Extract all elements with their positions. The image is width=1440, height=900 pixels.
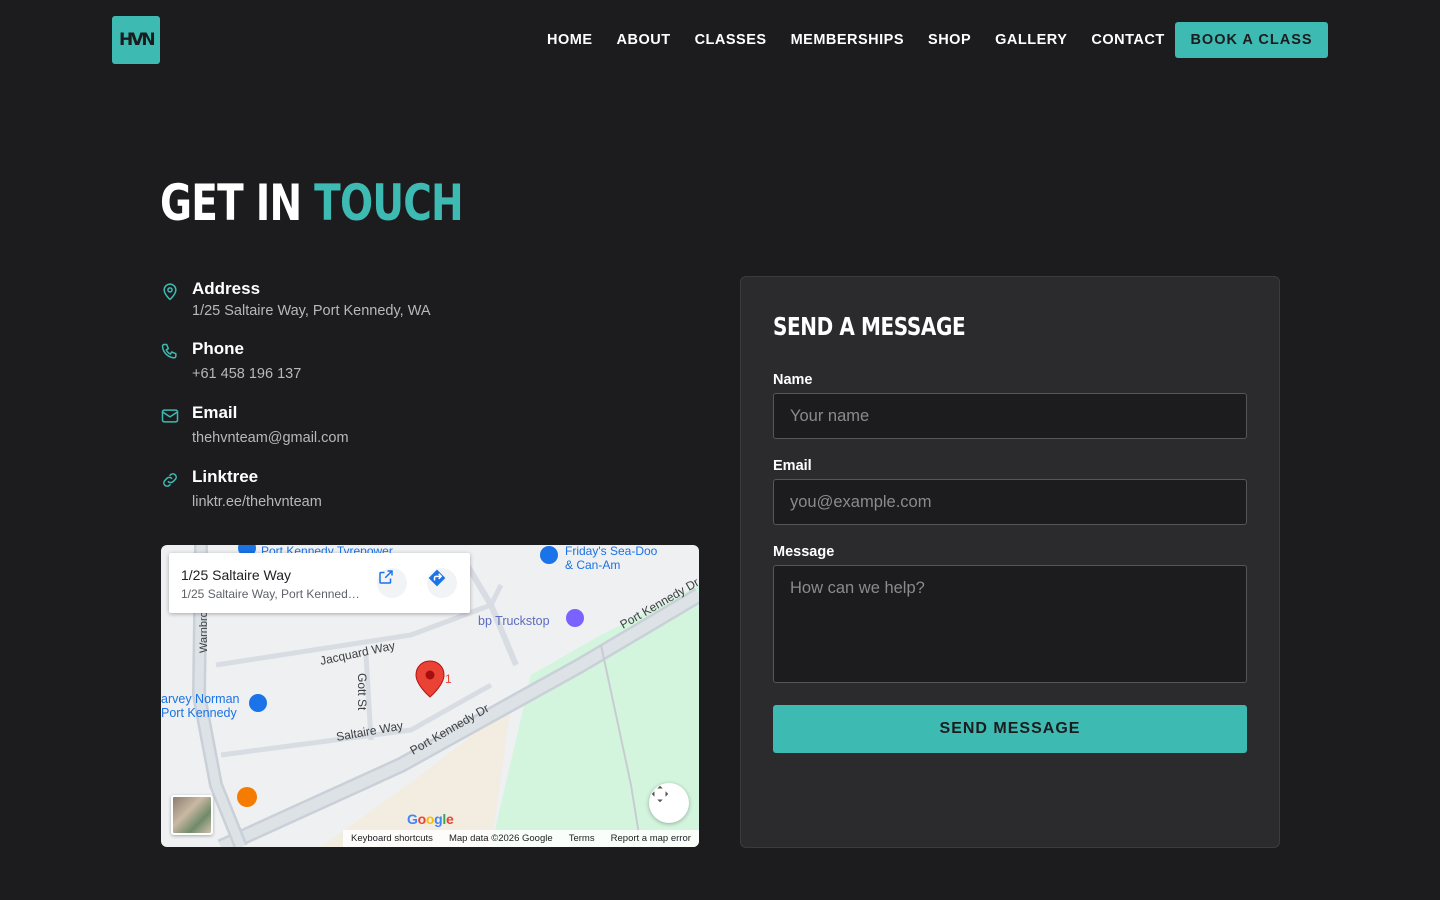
- contact-email-value[interactable]: thehvnteam@gmail.com: [192, 429, 349, 447]
- form-title: SEND A MESSAGE: [773, 312, 966, 341]
- nav-link-shop[interactable]: SHOP: [928, 30, 971, 50]
- map-fullscreen-button[interactable]: [649, 783, 689, 823]
- nav-link-memberships[interactable]: MEMBERSHIPS: [791, 30, 904, 50]
- map-label-harvey-2: Port Kennedy: [161, 706, 237, 720]
- map-label-seadoo-2: & Can-Am: [565, 558, 620, 572]
- name-input[interactable]: [773, 393, 1247, 439]
- email-input[interactable]: [773, 479, 1247, 525]
- open-in-maps-button[interactable]: [377, 568, 407, 598]
- message-label: Message: [773, 544, 835, 560]
- map-poi-restaurant-icon: [237, 787, 257, 807]
- map-terms-link[interactable]: Terms: [569, 833, 595, 844]
- map-label-warnbro: Warnbro: [198, 611, 210, 653]
- map-label-truckstop: bp Truckstop: [478, 614, 550, 628]
- map-keyboard-shortcuts-link[interactable]: Keyboard shortcuts: [351, 833, 433, 844]
- nav-link-home[interactable]: HOME: [547, 30, 593, 50]
- street-view-thumbnail[interactable]: [171, 795, 213, 835]
- send-message-button[interactable]: SEND MESSAGE: [773, 705, 1247, 753]
- contact-phone-value[interactable]: +61 458 196 137: [192, 365, 301, 383]
- map-place-title: 1/25 Saltaire Way: [181, 567, 291, 583]
- map-marker-label: 1: [445, 672, 452, 686]
- top-navigation: HVN HOME ABOUT CLASSES MEMBERSHIPS SHOP …: [0, 0, 1440, 80]
- phone-icon: [161, 343, 177, 359]
- fullscreen-icon: [651, 785, 669, 803]
- contact-email-label: Email: [192, 403, 238, 422]
- email-label: Email: [773, 458, 812, 474]
- map-poi-fuel-icon: [566, 609, 584, 627]
- map-place-card: 1/25 Saltaire Way 1/25 Saltaire Way, Por…: [169, 553, 470, 613]
- map-label-harvey-1: arvey Norman: [161, 692, 240, 706]
- map-data-attribution: Map data ©2026 Google: [448, 833, 553, 844]
- map-label-gott: Gott St: [355, 673, 369, 711]
- name-label: Name: [773, 372, 813, 388]
- map-poi-shop-icon: [540, 546, 558, 564]
- contact-form: SEND A MESSAGE Name Email Message SEND M…: [740, 276, 1280, 848]
- link-icon: [163, 473, 177, 487]
- page-title: GET IN TOUCH: [160, 170, 464, 236]
- contact-linktree-value[interactable]: linktr.ee/thehvnteam: [192, 493, 322, 511]
- map-poi-shop-icon-2: [249, 694, 267, 712]
- directions-button[interactable]: [427, 568, 457, 598]
- book-class-button[interactable]: BOOK A CLASS: [1175, 22, 1328, 58]
- contact-address-label: Address: [192, 279, 261, 298]
- message-textarea[interactable]: [773, 565, 1247, 683]
- external-link-icon: [379, 570, 393, 584]
- google-logo: Google: [407, 811, 454, 827]
- mail-icon: [161, 409, 179, 423]
- contact-address-value: 1/25 Saltaire Way, Port Kennedy, WA: [192, 303, 431, 319]
- map-place-subtitle: 1/25 Saltaire Way, Port Kennedy WA 6172: [181, 587, 365, 601]
- embedded-map[interactable]: 1 Port Kennedy Tyrepower Friday's Sea-Do…: [161, 545, 699, 847]
- page-title-accent: TOUCH: [314, 174, 464, 232]
- nav-link-gallery[interactable]: GALLERY: [995, 30, 1067, 50]
- map-label-seadoo-1: Friday's Sea-Doo: [565, 545, 658, 558]
- nav-link-contact[interactable]: CONTACT: [1091, 30, 1164, 50]
- map-footer: Keyboard shortcuts Map data ©2026 Google…: [343, 830, 699, 847]
- map-pin-icon: [163, 283, 177, 301]
- logo[interactable]: HVN: [112, 16, 160, 64]
- contact-linktree-label: Linktree: [192, 467, 259, 486]
- page-title-plain: GET IN: [160, 174, 302, 232]
- map-report-error-link[interactable]: Report a map error: [611, 833, 691, 844]
- nav-links: HOME ABOUT CLASSES MEMBERSHIPS SHOP GALL…: [547, 30, 1189, 50]
- nav-link-about[interactable]: ABOUT: [617, 30, 671, 50]
- directions-icon: [428, 569, 446, 587]
- contact-phone-label: Phone: [192, 339, 244, 358]
- nav-link-classes[interactable]: CLASSES: [695, 30, 767, 50]
